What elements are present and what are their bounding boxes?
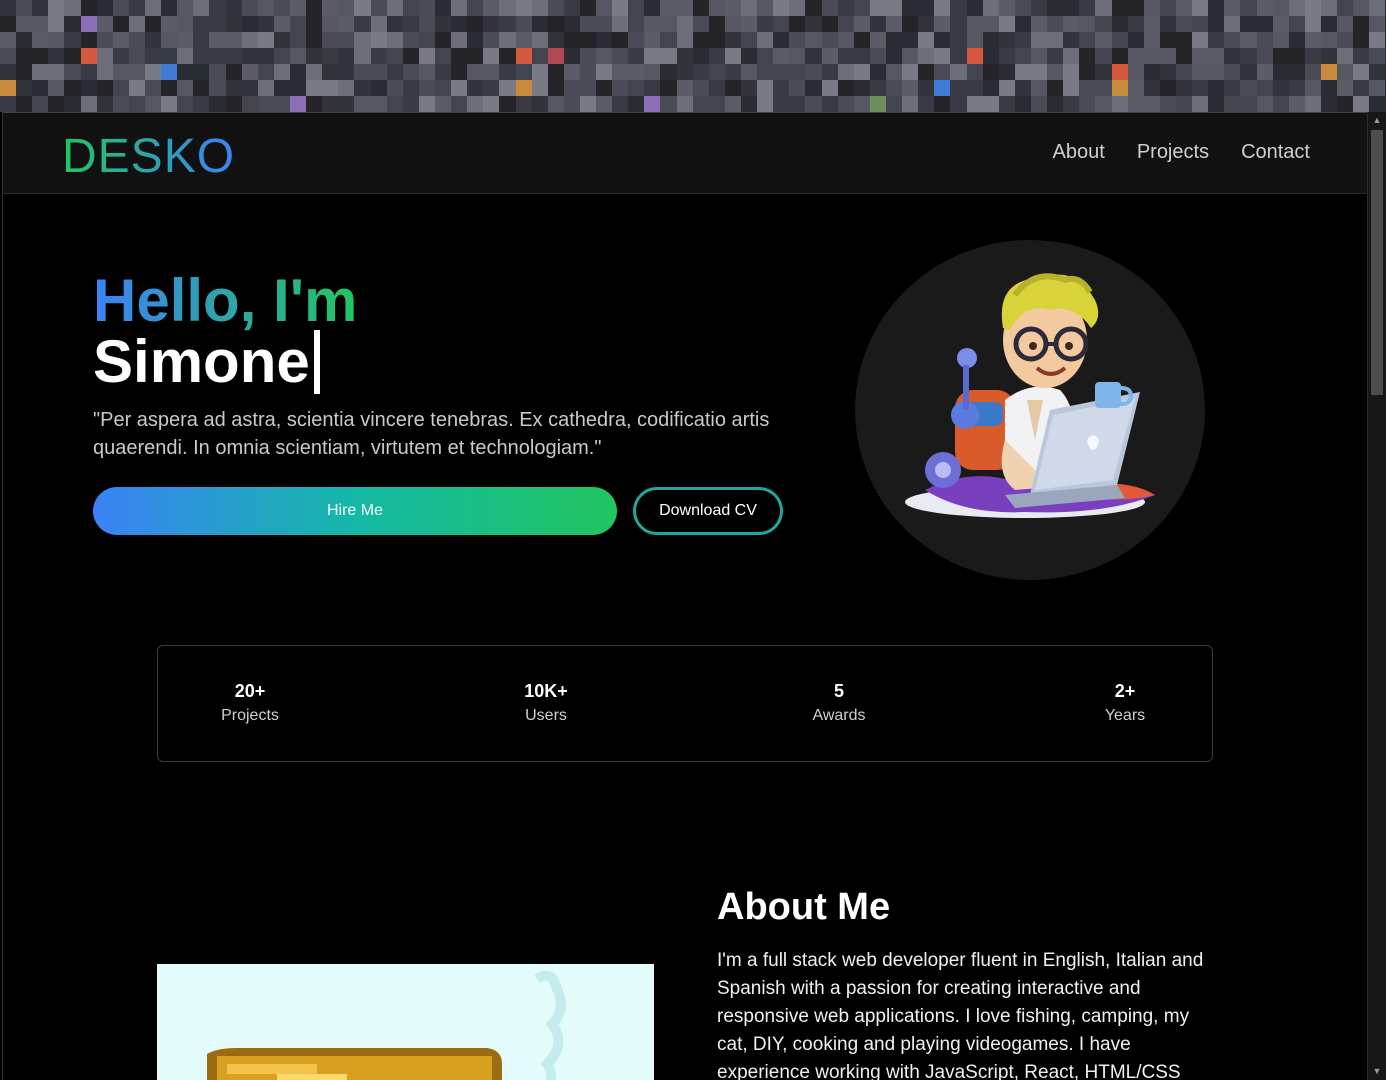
stat-label: Users (525, 707, 567, 724)
stat-label: Years (1104, 707, 1146, 724)
stat-value: 10K+ (524, 681, 568, 701)
nav-link-projects[interactable]: Projects (1137, 141, 1209, 164)
about-image (157, 964, 654, 1080)
scroll-up-arrow-icon[interactable]: ▲ (1368, 112, 1386, 129)
stat-value: 5 (833, 681, 844, 701)
hero-greeting: Hello, I'm (93, 267, 358, 334)
hero-quote: "Per aspera ad astra, scientia vincere t… (93, 409, 770, 459)
page-viewport: DESKO About Projects Contact Hello, I'm … (2, 112, 1367, 1080)
stat-awards: 5 Awards (779, 680, 899, 728)
hero-name-wrapper: Simone (93, 330, 320, 394)
stat-label: Projects (221, 707, 279, 724)
stat-value: 2+ (1114, 681, 1136, 701)
hire-me-button[interactable]: Hire Me (93, 487, 617, 535)
stats-panel: 20+ Projects 10K+ Users 5 Awards 2+ Year… (157, 645, 1213, 762)
stat-years: 2+ Years (1065, 680, 1185, 728)
scroll-down-arrow-icon[interactable]: ▼ (1368, 1063, 1386, 1080)
download-cv-button[interactable]: Download CV (633, 487, 783, 535)
laptop-icon (207, 970, 566, 1080)
stat-value: 20+ (234, 681, 266, 701)
navbar: DESKO About Projects Contact (3, 112, 1367, 194)
typing-caret (313, 330, 320, 394)
nav-link-about[interactable]: About (1053, 141, 1105, 164)
scroll-thumb[interactable] (1371, 130, 1383, 395)
hero-avatar-circle (855, 240, 1205, 580)
stat-projects: 20+ Projects (190, 680, 310, 728)
hero-name: Simone (93, 328, 310, 395)
stat-users: 10K+ Users (486, 680, 606, 728)
page-scrollbar[interactable]: ▲ ▼ (1367, 112, 1386, 1080)
about-title: About Me (717, 886, 891, 928)
stat-label: Awards (812, 707, 866, 724)
browser-chrome-blurred (0, 0, 1386, 112)
nav-link-contact[interactable]: Contact (1241, 141, 1310, 164)
about-text: I'm a full stack web developer fluent in… (717, 950, 1204, 1080)
developer-avatar-icon (905, 273, 1155, 518)
site-logo[interactable]: DESKO (62, 129, 235, 184)
nav-links: About Projects Contact (1053, 141, 1310, 164)
